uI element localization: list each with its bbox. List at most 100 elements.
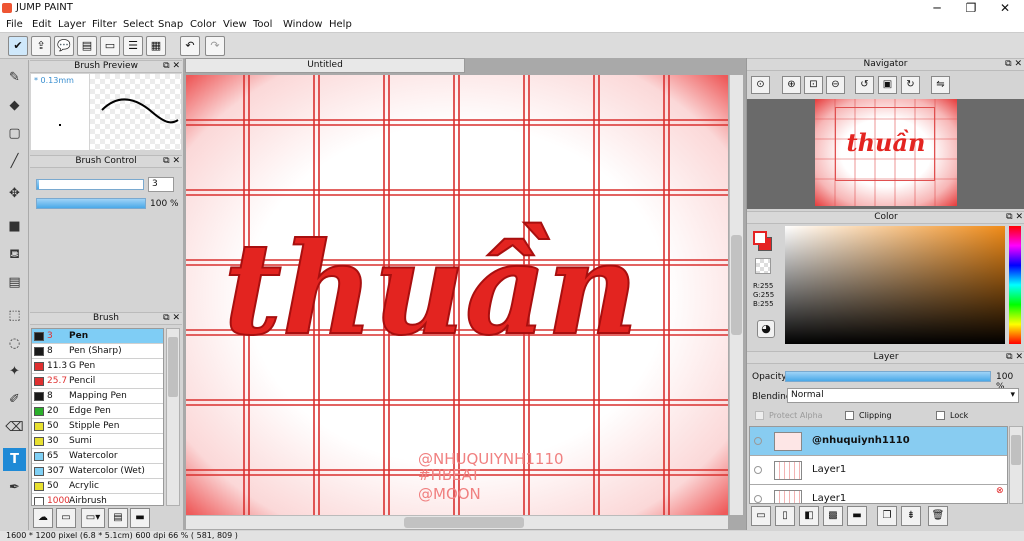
menu-select[interactable]: Select: [123, 19, 154, 30]
panel-float-close-icon[interactable]: ⧉ ✕: [163, 156, 180, 167]
redo-icon[interactable]: ↷: [205, 36, 225, 56]
brush-size-slider[interactable]: [36, 179, 144, 190]
delete-layer-icon[interactable]: 🗑: [928, 506, 948, 526]
canvas-horizontal-scrollbar[interactable]: [186, 515, 728, 529]
protect-alpha-checkbox[interactable]: [755, 411, 764, 420]
maximize-button[interactable]: ❐: [954, 0, 988, 17]
close-button[interactable]: ✕: [988, 0, 1022, 17]
menu-layer[interactable]: Layer: [58, 19, 86, 30]
menu-tool[interactable]: Tool: [253, 19, 272, 30]
brush-list-item[interactable]: 30 Sumi: [32, 434, 163, 449]
brush-list-item[interactable]: 50 Acrylic: [32, 479, 163, 494]
bucket-tool-icon[interactable]: ⛾: [3, 243, 26, 266]
brush-menu-icon[interactable]: ▭▾: [81, 508, 105, 528]
color-swatches[interactable]: [753, 231, 773, 251]
panel-float-close-icon[interactable]: ⧉ ✕: [1005, 59, 1022, 70]
color-saturation-value-field[interactable]: [785, 226, 1005, 344]
brush-folder-icon[interactable]: ▬: [130, 508, 150, 528]
gradient-tool-icon[interactable]: ▤: [3, 271, 26, 294]
rotate-right-icon[interactable]: ↻: [901, 76, 920, 94]
move-tool-icon[interactable]: ✥: [3, 182, 26, 205]
layer-list-scrollbar[interactable]: [1009, 426, 1023, 504]
brush-list-item[interactable]: 3 Pen: [32, 329, 163, 344]
new-halftone-layer-icon[interactable]: ▯: [775, 506, 795, 526]
grid-settings-icon[interactable]: ▦: [146, 36, 166, 56]
brush-list-item[interactable]: 8 Mapping Pen: [32, 389, 163, 404]
panel-float-close-icon[interactable]: ⧉ ✕: [1006, 212, 1023, 223]
menu-window[interactable]: Window: [283, 19, 322, 30]
menu-color[interactable]: Color: [190, 19, 216, 30]
comment-icon[interactable]: ▤: [77, 36, 97, 56]
speech-bubble-icon[interactable]: 💬: [54, 36, 74, 56]
brush-list-item[interactable]: 8 Pen (Sharp): [32, 344, 163, 359]
eyedropper-tool-icon[interactable]: ✒: [3, 476, 26, 499]
new-8bit-layer-icon[interactable]: ◧: [799, 506, 819, 526]
brush-size-field[interactable]: 3: [148, 177, 174, 192]
select-pen-tool-icon[interactable]: ✐: [3, 388, 26, 411]
panel-float-close-icon[interactable]: ⧉ ✕: [163, 61, 180, 72]
brush-opacity-slider[interactable]: [36, 198, 146, 209]
panel-float-close-icon[interactable]: ⧉ ✕: [1006, 352, 1023, 363]
menu-help[interactable]: Help: [329, 19, 352, 30]
fit-window-icon[interactable]: ⊡: [804, 76, 823, 94]
brush-list-item[interactable]: 65 Watercolor: [32, 449, 163, 464]
menu-filter[interactable]: Filter: [92, 19, 117, 30]
new-1bit-layer-icon[interactable]: ▩: [823, 506, 843, 526]
canvas-vscroll-thumb[interactable]: [731, 235, 742, 335]
brush-list-scrollbar[interactable]: [166, 328, 180, 506]
menu-edit[interactable]: Edit: [32, 19, 51, 30]
merge-layer-icon[interactable]: ⇟: [901, 506, 921, 526]
brush-cloud-icon[interactable]: ☁: [33, 508, 53, 528]
brush-list-item[interactable]: 20 Edge Pen: [32, 404, 163, 419]
transparent-color-icon[interactable]: [755, 258, 771, 274]
page-icon[interactable]: ▭: [100, 36, 120, 56]
text-tool-icon[interactable]: T: [3, 448, 26, 471]
flip-icon[interactable]: ⇋: [931, 76, 950, 94]
menu-file[interactable]: File: [6, 19, 23, 30]
hue-slider[interactable]: [1009, 226, 1021, 344]
brush-settings-icon[interactable]: ▤: [108, 508, 128, 528]
select-rect-tool-icon[interactable]: ⬚: [3, 304, 26, 327]
layer-row[interactable]: Layer1 ⊗: [750, 485, 1007, 503]
zoom-out-icon[interactable]: ⊖: [826, 76, 845, 94]
blending-select[interactable]: Normal ▾: [787, 388, 1019, 403]
eye-icon[interactable]: [754, 495, 762, 503]
menu-snap[interactable]: Snap: [158, 19, 183, 30]
eye-icon[interactable]: [754, 437, 762, 445]
rotate-left-icon[interactable]: ↺: [855, 76, 874, 94]
lasso-tool-icon[interactable]: ◌: [3, 332, 26, 355]
select-eraser-tool-icon[interactable]: ⌫: [3, 416, 26, 439]
export-icon[interactable]: ⇪: [31, 36, 51, 56]
eraser-tool-icon[interactable]: ◆: [3, 94, 26, 117]
minimize-button[interactable]: ─: [920, 0, 954, 17]
brush-list-item[interactable]: 11.3 G Pen: [32, 359, 163, 374]
canvas[interactable]: thuần @NHUQUIYNH1110 #HBEAT @MOON: [186, 75, 728, 515]
document-tab[interactable]: Untitled: [185, 58, 465, 73]
clipping-checkbox[interactable]: [845, 411, 854, 420]
brush-list-scroll-thumb[interactable]: [168, 337, 178, 397]
line-tool-icon[interactable]: ╱: [3, 150, 26, 173]
fill-rect-tool-icon[interactable]: ■: [3, 215, 26, 238]
layer-scroll-thumb[interactable]: [1011, 435, 1021, 465]
layer-opacity-slider[interactable]: [785, 371, 991, 382]
menu-view[interactable]: View: [223, 19, 247, 30]
magic-wand-tool-icon[interactable]: ✦: [3, 360, 26, 383]
foreground-color-swatch[interactable]: [753, 231, 767, 245]
reset-rotation-icon[interactable]: ▣: [878, 76, 897, 94]
brush-list-item[interactable]: 50 Stipple Pen: [32, 419, 163, 434]
panel-float-close-icon[interactable]: ⧉ ✕: [163, 313, 180, 324]
duplicate-layer-icon[interactable]: ❐: [877, 506, 897, 526]
rectangle-tool-icon[interactable]: ▢: [3, 122, 26, 145]
layer-row[interactable]: Layer1: [750, 456, 1007, 485]
new-folder-icon[interactable]: ▬: [847, 506, 867, 526]
new-layer-icon[interactable]: ▭: [751, 506, 771, 526]
eye-icon[interactable]: [754, 466, 762, 474]
zoom-in-icon[interactable]: ⊕: [782, 76, 801, 94]
brush-list-item[interactable]: 1000 Airbrush: [32, 494, 163, 505]
brush-list-item[interactable]: 307 Watercolor (Wet): [32, 464, 163, 479]
brush-list-item[interactable]: 25.7 Pencil: [32, 374, 163, 389]
list-icon[interactable]: ☰: [123, 36, 143, 56]
lock-checkbox[interactable]: [936, 411, 945, 420]
undo-icon[interactable]: ↶: [180, 36, 200, 56]
canvas-vertical-scrollbar[interactable]: [729, 75, 743, 515]
